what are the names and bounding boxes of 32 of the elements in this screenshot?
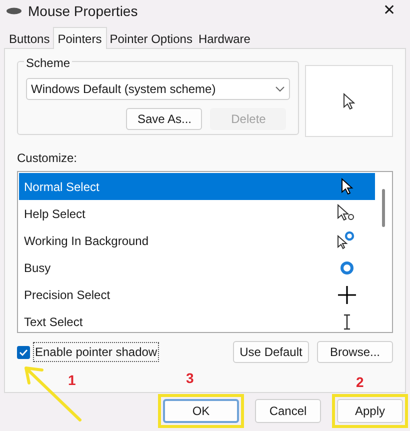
step-number: 2 (356, 373, 364, 392)
shadow-label: Enable pointer shadow (33, 342, 160, 362)
window-title: Mouse Properties (28, 2, 138, 21)
mouse-icon (6, 7, 22, 15)
shadow-checkbox[interactable] (17, 346, 30, 358)
tab[interactable]: Pointer Options (106, 29, 196, 48)
tab[interactable]: Buttons (6, 29, 53, 48)
tab[interactable]: Hardware (195, 29, 254, 48)
customize-label: Customize: (17, 150, 78, 167)
dialog-button[interactable]: Cancel (255, 399, 321, 423)
scheme-button[interactable]: Save As... (126, 108, 202, 130)
cursor-list-item[interactable]: Help Select (19, 200, 375, 227)
cursor-list-item[interactable]: Text Select (19, 308, 375, 332)
scheme-dropdown[interactable]: Windows Default (system scheme) (26, 78, 290, 100)
close-button[interactable]: ✕ (379, 0, 400, 22)
step-number: 3 (186, 369, 194, 388)
dialog-button[interactable]: OK (163, 399, 239, 423)
chevron-down-icon (275, 86, 286, 92)
cursor-list-item[interactable]: Precision Select (19, 281, 375, 308)
working-cursor-icon (337, 230, 357, 250)
side-button[interactable]: Browse... (317, 341, 393, 363)
side-button[interactable]: Use Default (233, 341, 309, 363)
cursor-list-item[interactable]: Working In Background (19, 227, 375, 254)
arrow-cursor-icon (343, 92, 356, 110)
cursor-list-item[interactable]: Busy (19, 254, 375, 281)
crosshair-icon (337, 284, 357, 304)
cursor-list-item[interactable]: Normal Select (19, 173, 375, 200)
tab[interactable]: Pointers (52, 27, 107, 49)
check-icon (19, 348, 28, 356)
help-cursor-icon (337, 204, 357, 224)
step-number: 1 (68, 371, 76, 390)
dialog-button[interactable]: Apply (337, 399, 403, 423)
